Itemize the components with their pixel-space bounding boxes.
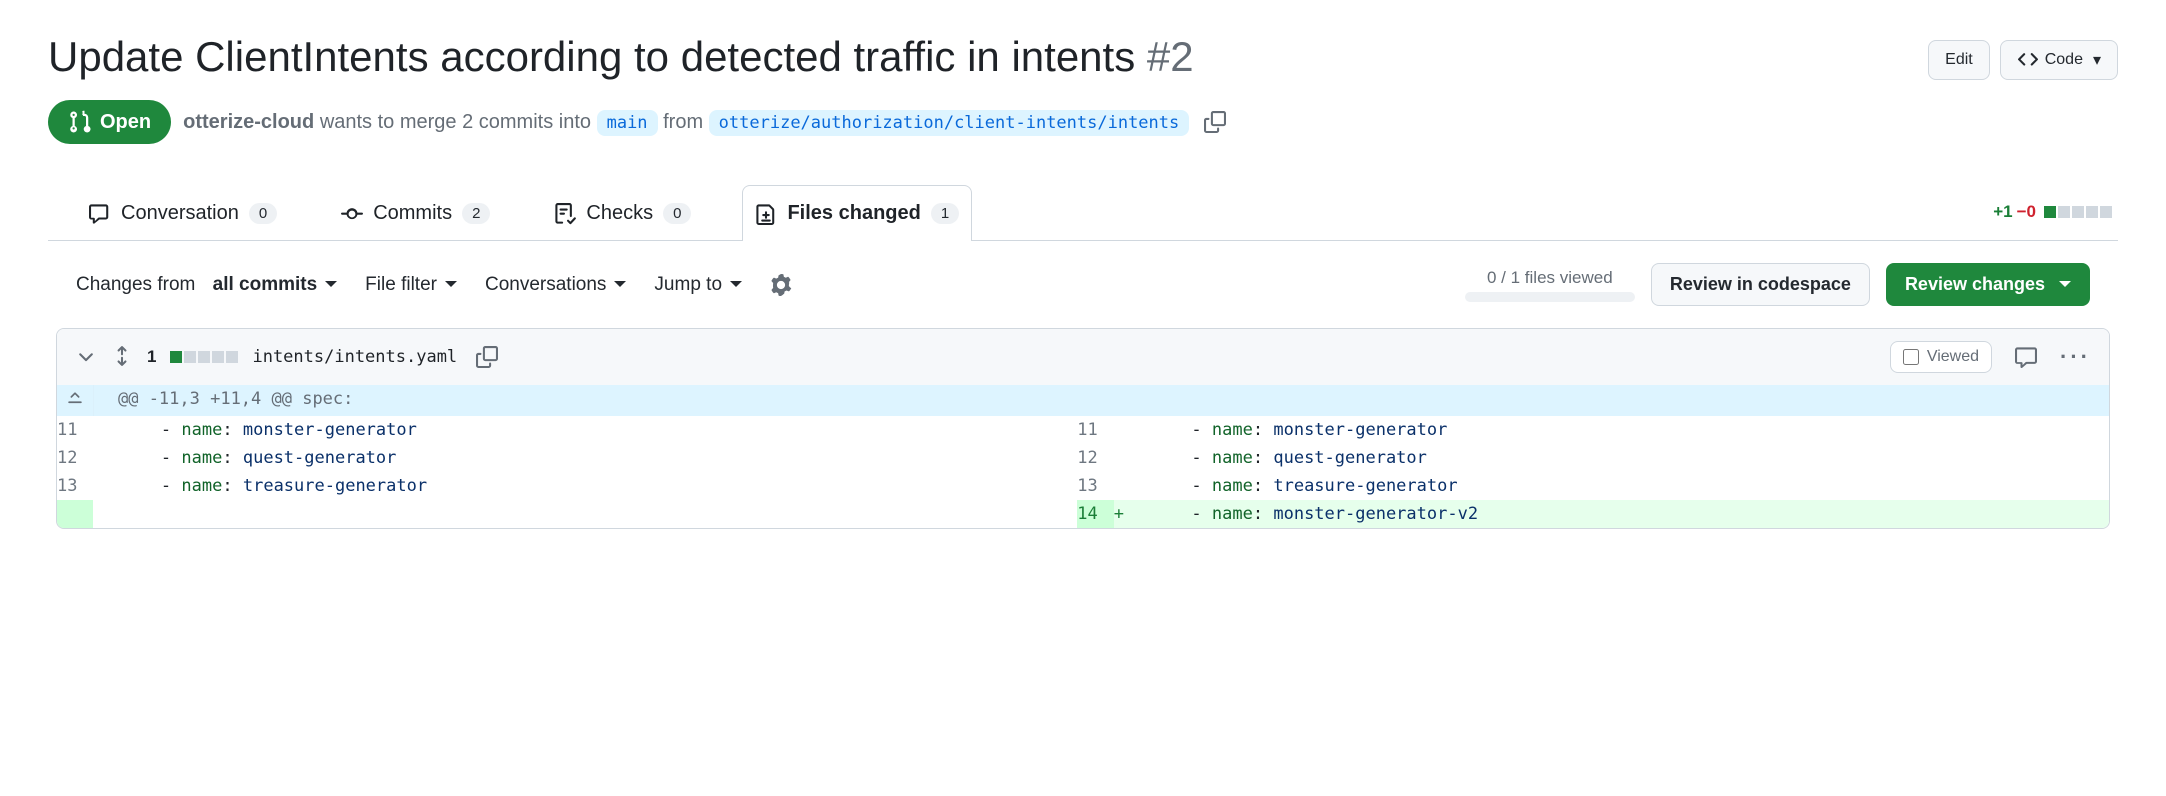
diff-settings-button[interactable] <box>770 274 796 296</box>
new-code: - name: quest-generator <box>1124 444 2109 472</box>
file-filter-dropdown[interactable]: File filter <box>365 274 457 296</box>
new-line-number[interactable]: 14 <box>1077 500 1113 528</box>
pr-number: #2 <box>1147 33 1194 80</box>
viewed-checkbox[interactable]: Viewed <box>1890 341 1992 373</box>
checks-count: 0 <box>663 203 691 224</box>
edit-button[interactable]: Edit <box>1928 40 1990 80</box>
old-line-number[interactable]: 11 <box>57 416 93 444</box>
old-code: - name: monster-generator <box>93 416 1077 444</box>
jump-to-dropdown[interactable]: Jump to <box>654 274 742 296</box>
diffstat-squares <box>2044 206 2112 218</box>
new-code: - name: monster-generator <box>1124 416 2109 444</box>
pr-title: Update ClientIntents according to detect… <box>48 32 1928 82</box>
caret-down-icon: ▾ <box>2093 50 2101 70</box>
copy-icon <box>476 346 498 368</box>
copy-branch-button[interactable] <box>1201 108 1229 136</box>
old-code: - name: treasure-generator <box>93 472 1077 500</box>
copy-icon <box>1204 111 1226 133</box>
caret-down-icon <box>2059 274 2071 295</box>
fold-up-icon <box>66 389 84 407</box>
file-actions-menu[interactable]: ··· <box>2060 344 2091 370</box>
collapse-file-button[interactable] <box>75 345 97 370</box>
hunk-text: @@ -11,3 +11,4 @@ spec: <box>93 385 2109 416</box>
chevron-down-icon <box>75 345 97 367</box>
gear-icon <box>770 274 792 296</box>
pr-meta-text: otterize-cloud wants to merge 2 commits … <box>183 111 1189 134</box>
comment-discussion-icon <box>89 203 111 225</box>
unfold-icon <box>111 345 133 367</box>
new-code: - name: monster-generator-v2 <box>1124 500 2109 528</box>
hunk-header: @@ -11,3 +11,4 @@ spec: <box>57 385 2109 416</box>
old-code: - name: quest-generator <box>93 444 1077 472</box>
add-marker: + <box>1114 500 1124 528</box>
pr-tabs: Conversation 0 Commits 2 Checks 0 Files … <box>48 184 2118 241</box>
tab-checks[interactable]: Checks 0 <box>541 185 704 241</box>
conversations-dropdown[interactable]: Conversations <box>485 274 626 296</box>
diffstat-summary: +1 −0 <box>1993 202 2118 222</box>
changes-from-dropdown[interactable]: Changes from all commits <box>76 274 337 296</box>
file-diff-icon <box>755 203 777 225</box>
new-code: - name: treasure-generator <box>1124 472 2109 500</box>
author-link[interactable]: otterize-cloud <box>183 111 314 133</box>
new-line-number[interactable]: 12 <box>1077 444 1113 472</box>
progress-bar <box>1465 292 1635 302</box>
lines-changed-count: 1 <box>147 347 156 367</box>
old-code <box>93 500 1077 528</box>
tab-conversation[interactable]: Conversation 0 <box>76 185 290 241</box>
viewed-checkbox-input[interactable] <box>1903 349 1919 365</box>
old-line-number <box>57 500 93 528</box>
review-changes-button[interactable]: Review changes <box>1886 263 2090 306</box>
expand-up-button[interactable] <box>57 385 93 416</box>
diff-row: 11 - name: monster-generator 11 - name: … <box>57 416 2109 444</box>
code-button[interactable]: Code ▾ <box>2000 40 2118 80</box>
copy-path-button[interactable] <box>471 341 503 373</box>
base-branch[interactable]: main <box>597 110 658 136</box>
commits-count: 2 <box>462 203 490 224</box>
checklist-icon <box>554 203 576 225</box>
file-comment-button[interactable] <box>2010 341 2042 373</box>
diff-table: @@ -11,3 +11,4 @@ spec: 11 - name: monst… <box>57 385 2109 528</box>
diff-row: 13 - name: treasure-generator 13 - name:… <box>57 472 2109 500</box>
file-path[interactable]: intents/intents.yaml <box>252 347 457 367</box>
code-icon <box>2017 49 2039 71</box>
conversation-count: 0 <box>249 203 277 224</box>
head-branch[interactable]: otterize/authorization/client-intents/in… <box>709 110 1190 136</box>
review-in-codespace-button[interactable]: Review in codespace <box>1651 263 1870 306</box>
diff-row-addition: 14 + - name: monster-generator-v2 <box>57 500 2109 528</box>
files-changed-count: 1 <box>931 203 959 224</box>
diff-row: 12 - name: quest-generator 12 - name: qu… <box>57 444 2109 472</box>
git-pull-request-icon <box>68 110 92 134</box>
old-line-number[interactable]: 13 <box>57 472 93 500</box>
comment-icon <box>2015 346 2037 368</box>
file-diffstat-squares <box>170 351 238 363</box>
old-line-number[interactable]: 12 <box>57 444 93 472</box>
diff-file: 1 intents/intents.yaml Viewed ··· @@ <box>56 328 2110 529</box>
files-viewed-progress: 0 / 1 files viewed <box>1465 268 1635 302</box>
pr-title-text: Update ClientIntents according to detect… <box>48 33 1135 80</box>
expand-file-button[interactable] <box>111 345 133 370</box>
tab-files-changed[interactable]: Files changed 1 <box>742 185 972 241</box>
new-line-number[interactable]: 13 <box>1077 472 1113 500</box>
new-line-number[interactable]: 11 <box>1077 416 1113 444</box>
git-commit-icon <box>341 203 363 225</box>
tab-commits[interactable]: Commits 2 <box>328 185 503 241</box>
pr-state-badge: Open <box>48 100 171 144</box>
